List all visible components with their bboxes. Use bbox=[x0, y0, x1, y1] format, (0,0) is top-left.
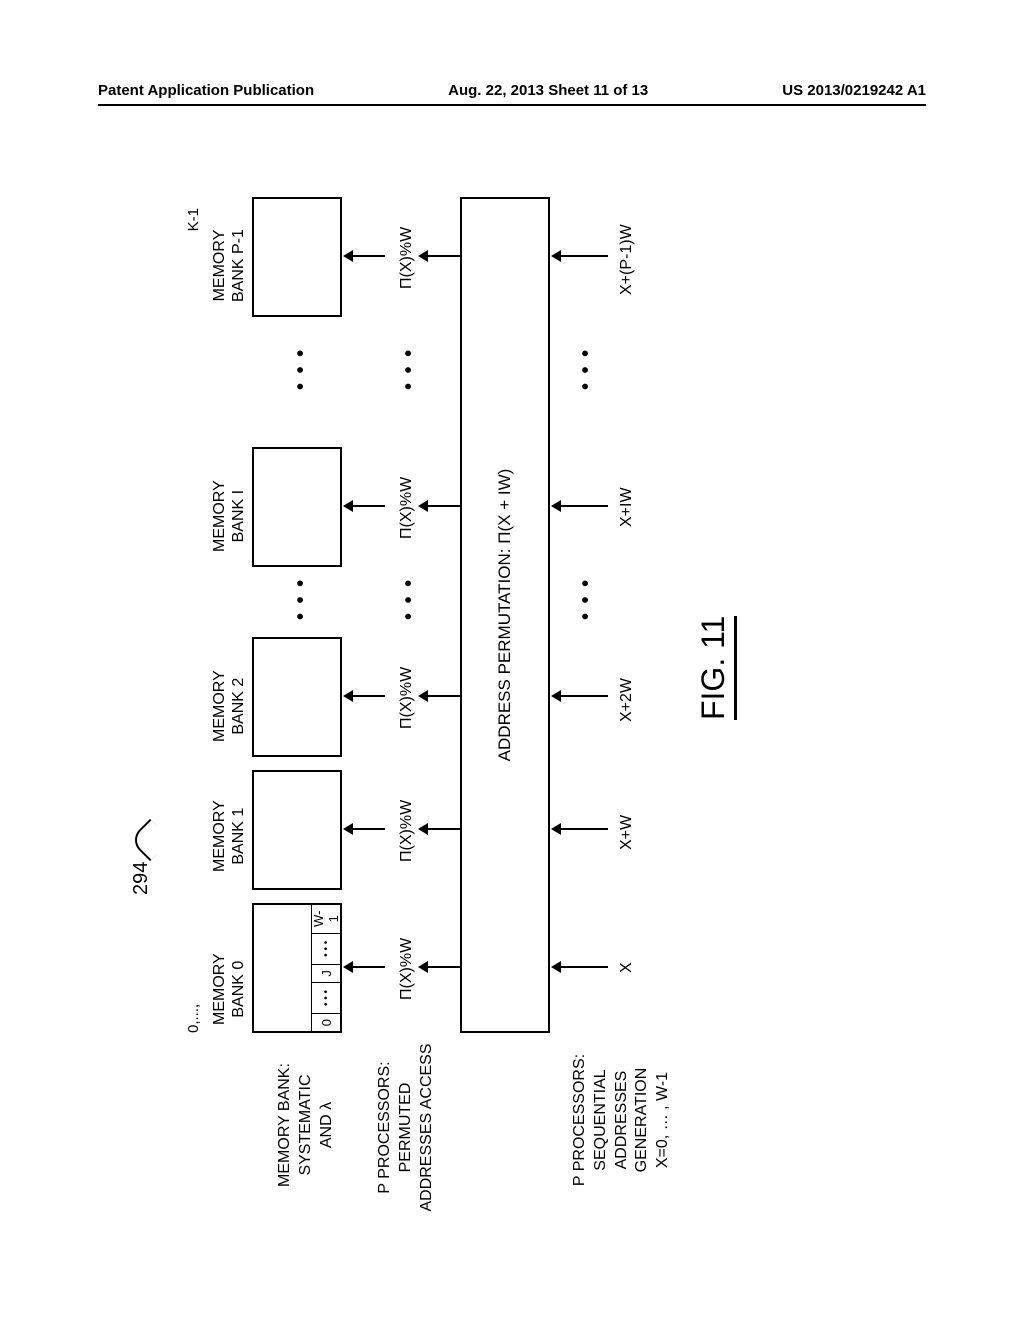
memory-bank-p1 bbox=[252, 197, 342, 317]
seq-in-0: X bbox=[618, 962, 636, 973]
arrow-perm-to-bank-0 bbox=[345, 966, 385, 968]
bank-label-2: MEMORYBANK 2 bbox=[210, 670, 248, 742]
seq-in-2: X+2W bbox=[618, 678, 636, 722]
bank-label-p1: MEMORYBANK P-1 bbox=[210, 229, 248, 302]
banks-ellipsis-1: • • • bbox=[290, 578, 313, 620]
arrow-seq-to-box-2 bbox=[553, 695, 608, 697]
callout-curve bbox=[129, 819, 171, 861]
arrow-seq-to-box-0 bbox=[553, 966, 608, 968]
seq-ellipsis-1: • • • bbox=[575, 578, 598, 620]
arrow-perm-to-bank-2 bbox=[345, 695, 385, 697]
perm-out-i: Π(X)%W bbox=[398, 477, 416, 539]
left-label-seq: P PROCESSORS: SEQUENTIAL ADDRESSES GENER… bbox=[570, 1040, 674, 1200]
memory-bank-1 bbox=[252, 770, 342, 890]
arrow-seq-to-box-i bbox=[553, 505, 608, 507]
bank-label-1: MEMORYBANK 1 bbox=[210, 800, 248, 872]
figure-label: FIG. 11 bbox=[695, 616, 737, 720]
left-label-membank: MEMORY BANK: SYSTEMATIC AND λ bbox=[275, 1040, 337, 1210]
arrow-perm-to-bank-i bbox=[345, 505, 385, 507]
bank-label-i: MEMORYBANK I bbox=[210, 480, 248, 552]
seq-ellipsis-2: • • • bbox=[575, 348, 598, 390]
arrow-box-to-perm-0 bbox=[420, 966, 460, 968]
perm-out-1: Π(X)%W bbox=[398, 800, 416, 862]
banks-ellipsis-2: • • • bbox=[290, 348, 313, 390]
memory-bank-i bbox=[252, 447, 342, 567]
range-end-label: K-1 bbox=[185, 208, 202, 231]
arrow-box-to-perm-i bbox=[420, 505, 460, 507]
bank0-cell-w1: W-1 bbox=[312, 905, 340, 933]
perm-ellipsis-1: • • • bbox=[398, 578, 421, 620]
seq-in-1: X+W bbox=[618, 815, 636, 850]
arrow-seq-to-box-1 bbox=[553, 828, 608, 830]
seq-in-p1: X+(P-1)W bbox=[618, 224, 636, 295]
perm-ellipsis-2: • • • bbox=[398, 348, 421, 390]
memory-bank-2 bbox=[252, 637, 342, 757]
bank0-cell-dots2: • • • bbox=[312, 933, 340, 964]
arrow-seq-to-box-p1 bbox=[553, 255, 608, 257]
diagram: 294 0,..., K-1 MEMORYBANK 0 MEMORYBANK 1… bbox=[0, 300, 1024, 1080]
bank0-cell-0: 0 bbox=[312, 1013, 340, 1031]
header-divider bbox=[98, 104, 926, 106]
header-left: Patent Application Publication bbox=[98, 82, 314, 99]
arrow-perm-to-bank-p1 bbox=[345, 255, 385, 257]
address-permutation-box: ADDRESS PERMUTATION: Π(X + IW) bbox=[460, 197, 550, 1033]
bank0-cell-j: J bbox=[312, 964, 340, 982]
seq-in-i: X+IW bbox=[618, 487, 636, 527]
bank0-cell-dots1: • • • bbox=[312, 982, 340, 1013]
arrow-box-to-perm-1 bbox=[420, 828, 460, 830]
perm-out-p1: Π(X)%W bbox=[398, 227, 416, 289]
arrow-perm-to-bank-1 bbox=[345, 828, 385, 830]
bank-label-0: MEMORYBANK 0 bbox=[210, 953, 248, 1025]
perm-out-0: Π(X)%W bbox=[398, 938, 416, 1000]
arrow-box-to-perm-2 bbox=[420, 695, 460, 697]
range-start-label: 0,..., bbox=[185, 1004, 202, 1033]
perm-out-2: Π(X)%W bbox=[398, 667, 416, 729]
header-right: US 2013/0219242 A1 bbox=[782, 82, 926, 99]
arrow-box-to-perm-p1 bbox=[420, 255, 460, 257]
left-label-perm: P PROCESSORS: PERMUTED ADDRESSES ACCESS bbox=[375, 1035, 437, 1220]
memory-bank-0: 0 • • • J • • • W-1 bbox=[252, 903, 342, 1033]
callout-number: 294 bbox=[130, 862, 153, 895]
header-center: Aug. 22, 2013 Sheet 11 of 13 bbox=[448, 82, 648, 99]
